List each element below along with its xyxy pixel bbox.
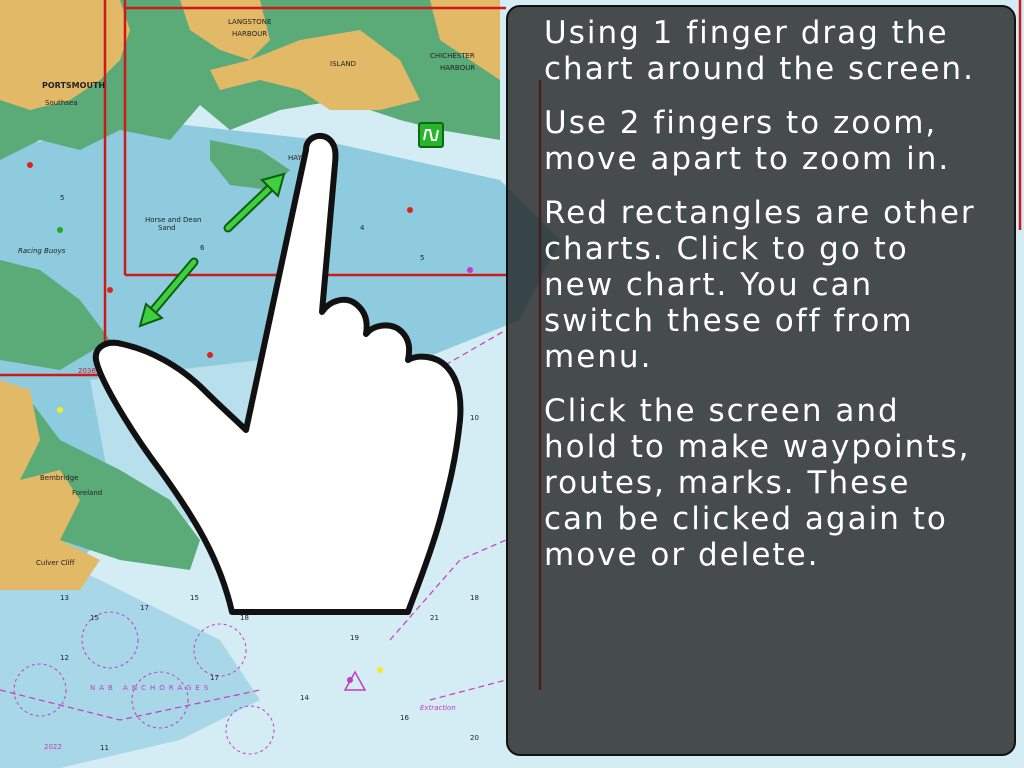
- label-anchorages: NAB ANCHORAGES: [90, 684, 212, 692]
- help-red-rectangles-text: Red rectangles are other charts. Click t…: [544, 195, 976, 375]
- svg-text:4: 4: [360, 224, 365, 232]
- label-island: ISLAND: [330, 60, 356, 68]
- label-culver-cliff: Culver Cliff: [36, 559, 75, 567]
- label-chart-2022: 2022: [44, 743, 62, 751]
- svg-text:10: 10: [470, 414, 479, 422]
- svg-text:13: 13: [60, 594, 69, 602]
- label-extraction: Extraction: [420, 704, 456, 712]
- label-chart-2036: 2036: [78, 367, 96, 375]
- svg-text:15: 15: [190, 594, 199, 602]
- svg-text:18: 18: [240, 614, 249, 622]
- svg-text:14: 14: [300, 694, 309, 702]
- help-zoom-text: Use 2 fingers to zoom, move apart to zoo…: [544, 105, 951, 177]
- help-drag-text: Using 1 finger drag the chart around the…: [544, 15, 975, 87]
- help-overlay[interactable]: Using 1 finger drag the chart around the…: [506, 5, 1016, 756]
- label-harbour: HARBOUR: [232, 30, 267, 38]
- label-foreland: Foreland: [72, 489, 102, 497]
- green-wave-marker-icon[interactable]: [418, 122, 444, 148]
- svg-text:6: 6: [200, 244, 205, 252]
- label-bembridge: Bembridge: [40, 474, 78, 482]
- svg-text:11: 11: [100, 744, 109, 752]
- svg-text:17: 17: [140, 604, 149, 612]
- label-horse-dean: Horse and Dean: [145, 216, 201, 224]
- label-chichester: CHICHESTER: [430, 52, 475, 60]
- label-langstone: LANGSTONE: [228, 18, 271, 26]
- label-chichester-harbour: HARBOUR: [440, 64, 475, 72]
- svg-text:12: 12: [60, 654, 69, 662]
- label-racing-buoys: Racing Buoys: [18, 247, 66, 255]
- svg-text:17: 17: [210, 674, 219, 682]
- svg-text:18: 18: [470, 594, 479, 602]
- svg-text:20: 20: [470, 734, 479, 742]
- label-sand: Sand: [158, 224, 176, 232]
- svg-text:21: 21: [430, 614, 439, 622]
- svg-text:5: 5: [60, 194, 64, 202]
- svg-text:5: 5: [420, 254, 424, 262]
- svg-text:15: 15: [90, 614, 99, 622]
- svg-text:16: 16: [400, 714, 409, 722]
- help-waypoints-text: Click the screen and hold to make waypoi…: [544, 393, 971, 573]
- chart-viewer[interactable]: 131517 151816 192118 121714 162011 8912 …: [0, 0, 1024, 768]
- label-portsmouth: PORTSMOUTH: [42, 81, 105, 90]
- svg-text:19: 19: [350, 634, 359, 642]
- label-southsea: Southsea: [45, 99, 78, 107]
